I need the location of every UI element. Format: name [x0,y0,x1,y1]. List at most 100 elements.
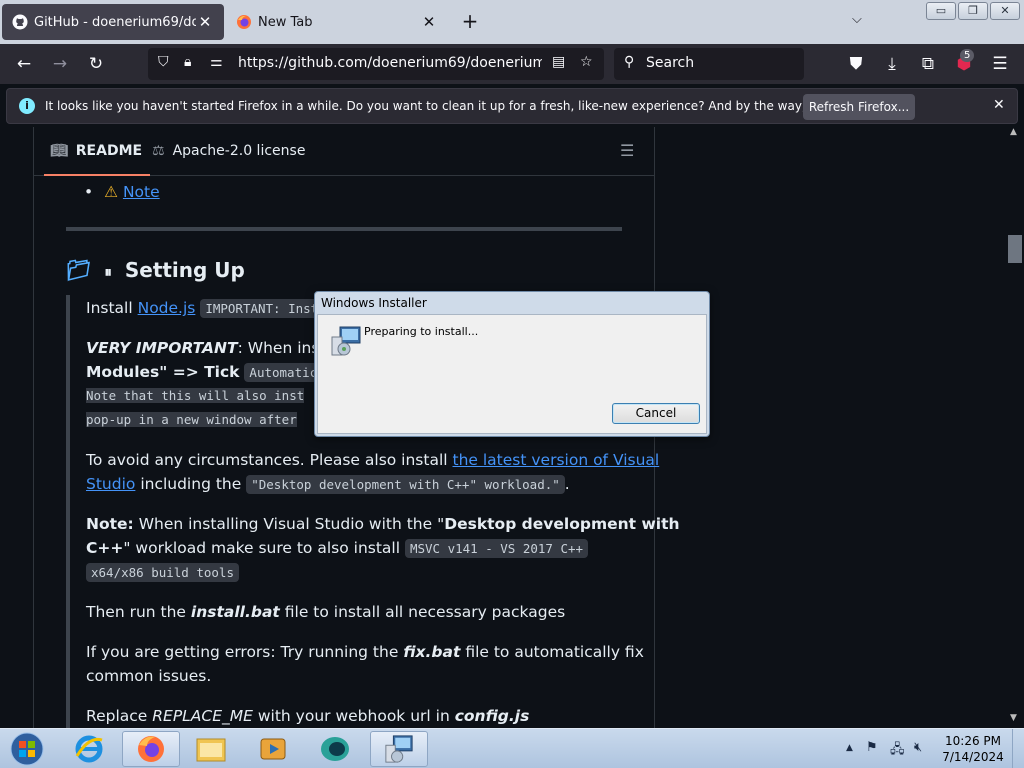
pocket-icon[interactable]: ⛊ [844,52,868,76]
search-input[interactable]: ⚲ Search [614,48,804,80]
warning-icon: ⚠ [104,183,118,201]
table-of-contents-icon[interactable]: ☰ [620,141,634,160]
book-icon: 📖︎ [50,143,68,159]
close-tab-icon[interactable]: ✕ [196,13,214,31]
menu-icon[interactable]: ☰ [988,52,1012,76]
scroll-up-arrow-icon[interactable]: ▲ [1010,127,1017,137]
tab-readme[interactable]: 📖︎ README [43,143,151,176]
visual-studio-link[interactable]: Studio [86,475,135,493]
taskbar-file-explorer[interactable] [182,731,240,767]
text: Replace [86,707,148,725]
text: REPLACE_ME [152,707,253,725]
close-tab-icon[interactable]: ✕ [420,13,438,31]
github-icon [12,14,28,30]
bookmark-star-icon[interactable]: ☆ [580,54,593,70]
address-bar[interactable]: ⛉ 🔒︎ ⚌ https://github.com/doenerium69/do… [148,48,604,80]
clock-date: 7/14/2024 [942,750,1004,764]
refresh-firefox-notification: i It looks like you haven't started Fire… [6,88,1018,124]
text: with your webhook url in [257,707,450,725]
run-install-line: Then run the install.bat file to install… [86,600,565,624]
dialog-message: Preparing to install... [364,325,479,338]
tab-label: README [75,143,143,159]
text: " workload make sure to also install [123,539,401,557]
action-center-flag-icon[interactable]: ⚑ [866,740,878,755]
installer-icon [331,326,361,356]
system-clock[interactable]: 10:26 PM 7/14/2024 [938,733,1008,765]
text: Note: [86,515,134,533]
nodejs-link[interactable]: Node.js [138,299,196,317]
readme-tab-bar: 📖︎ README ⚖ Apache-2.0 license ☰ [34,127,654,176]
taskbar-media-player[interactable] [244,731,302,767]
very-important-line: VERY IMPORTANT: When instal [86,336,339,360]
reader-view-icon[interactable]: ▤ [552,54,565,70]
taskbar-app[interactable] [306,731,364,767]
text: To avoid any circumstances. Please also … [86,451,448,469]
note-link[interactable]: Note [123,183,160,201]
reload-icon[interactable]: ↻ [84,52,108,76]
extensions-icon[interactable]: ⧉ [916,52,940,76]
minimize-button[interactable]: ▭ [926,2,956,20]
heading-text: Setting Up [124,258,245,282]
close-window-button[interactable]: ✕ [990,2,1020,20]
cancel-button[interactable]: Cancel [612,403,700,424]
shield-icon[interactable]: ⛉ [158,54,169,70]
text: fix.bat [403,643,461,661]
inline-code: MSVC v141 - VS 2017 C++ [404,539,589,558]
circumstances-line-1: To avoid any circumstances. Please also … [86,448,659,472]
taskbar-firefox[interactable] [122,731,180,767]
list-all-tabs-chevron-icon[interactable]: ⌵ [852,12,862,27]
media-player-icon [260,738,286,760]
windows-installer-dialog: Windows Installer Preparing to install..… [314,291,710,437]
inline-code: pop-up in a new window after [86,412,297,427]
page-scrollbar[interactable]: ▲ ▼ [1006,127,1024,728]
text: file to automatically fix [465,643,644,661]
forward-arrow-icon[interactable]: → [48,52,72,76]
close-notification-icon[interactable]: ✕ [993,97,1005,113]
taskbar-internet-explorer[interactable] [60,731,118,767]
restore-button[interactable]: ❐ [958,2,988,20]
text: C++ [86,539,124,557]
back-arrow-icon[interactable]: ← [12,52,36,76]
installer-icon [385,735,413,763]
tab-github[interactable]: GitHub - doenerium69/doenerium-fixed ✕ [2,4,224,40]
inline-code: x64/x86 build tools [86,563,239,582]
search-placeholder: Search [646,55,695,71]
downloads-icon[interactable]: ⤓ [880,52,904,76]
internet-explorer-icon [75,735,103,763]
bullet: • [84,183,94,201]
tab-title: New Tab [258,14,313,30]
show-hidden-icons-chevron-icon[interactable]: ▲ [846,743,853,753]
text: Then run the [86,603,186,621]
text: including the [140,475,242,493]
info-icon: i [19,98,35,114]
notification-message: It looks like you haven't started Firefo… [45,99,901,113]
tab-new-tab[interactable]: New Tab ✕ [226,4,448,40]
text: Install [86,299,133,317]
lock-icon[interactable]: 🔒︎ [184,54,191,70]
network-icon[interactable]: 🖧︎ [890,740,905,762]
url-text[interactable]: https://github.com/doenerium69/doenerium… [238,55,542,71]
modules-line: Modules" => Tick Automatical [86,360,338,385]
list-item-note: • ⚠ Note [84,180,160,204]
scrollbar-thumb[interactable] [1008,235,1022,263]
permissions-icon[interactable]: ⚌ [210,54,223,70]
volume-muted-icon[interactable]: 🔇︎ [914,740,922,755]
text: When installing Visual Studio with the " [138,515,445,533]
new-tab-button[interactable]: + [458,9,482,33]
text: . [564,475,570,493]
text: If you are getting errors: Try running t… [86,643,399,661]
visual-studio-link[interactable]: the latest version of Visual [453,451,660,469]
setting-up-heading: 📁︎ ⏸︎ Setting Up [66,256,245,286]
text: VERY IMPORTANT [86,339,238,357]
show-desktop-button[interactable] [1012,729,1024,768]
refresh-firefox-button[interactable]: Refresh Firefox... [803,94,915,120]
pause-icon: ⏸︎ [104,263,112,281]
windows-start-orb-icon [10,732,44,766]
taskbar-windows-installer[interactable] [370,731,428,767]
tab-license[interactable]: ⚖ Apache-2.0 license [152,143,305,159]
note-mono-line-1: Note that this will also inst [86,384,305,408]
dialog-title: Windows Installer [321,296,427,310]
text: file to install all necessary packages [284,603,566,621]
scroll-down-arrow-icon[interactable]: ▼ [1010,713,1017,723]
start-button[interactable] [2,731,52,767]
